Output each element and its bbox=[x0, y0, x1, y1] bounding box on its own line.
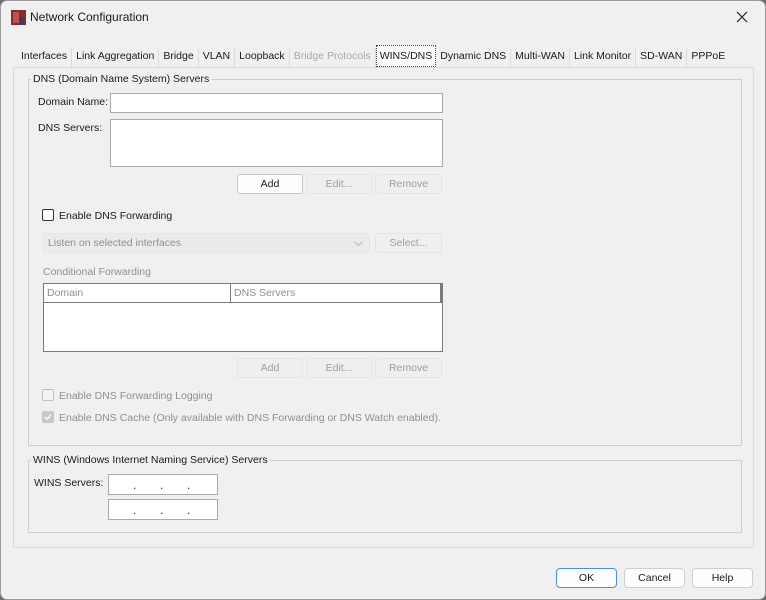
tab-pppoe[interactable]: PPPoE bbox=[687, 47, 729, 67]
ip-separator: . bbox=[187, 503, 191, 517]
tab-interfaces[interactable]: Interfaces bbox=[17, 47, 73, 67]
cf-remove-button[interactable]: Remove bbox=[375, 358, 442, 378]
title-bar: Network Configuration bbox=[1, 1, 765, 33]
listen-interfaces-value: Listen on selected interfaces bbox=[48, 237, 182, 249]
ip-separator: . bbox=[160, 503, 164, 517]
tab-wins-dns[interactable]: WINS/DNS bbox=[375, 45, 437, 67]
ip-separator: . bbox=[187, 478, 191, 492]
ip-separator: . bbox=[133, 503, 137, 517]
ok-button[interactable]: OK bbox=[556, 568, 617, 588]
dns-servers-label: DNS Servers: bbox=[38, 122, 103, 134]
conditional-forwarding-table[interactable]: Domain DNS Servers bbox=[43, 283, 443, 352]
window-title: Network Configuration bbox=[30, 10, 149, 24]
ip-separator: . bbox=[160, 478, 164, 492]
dns-edit-button[interactable]: Edit... bbox=[306, 174, 372, 194]
dns-cache-label: Enable DNS Cache (Only available with DN… bbox=[59, 412, 441, 424]
help-button[interactable]: Help bbox=[692, 568, 753, 588]
enable-dns-forwarding-checkbox[interactable] bbox=[42, 209, 54, 221]
cf-add-button[interactable]: Add bbox=[237, 358, 303, 378]
domain-name-label: Domain Name: bbox=[38, 96, 109, 108]
dns-servers-list[interactable] bbox=[110, 119, 443, 167]
close-icon bbox=[736, 11, 748, 23]
dns-group-title: DNS (Domain Name System) Servers bbox=[33, 73, 210, 85]
cancel-button[interactable]: Cancel bbox=[624, 568, 685, 588]
dns-add-button[interactable]: Add bbox=[237, 174, 303, 194]
enable-dns-forwarding-label: Enable DNS Forwarding bbox=[59, 210, 173, 222]
tab-vlan[interactable]: VLAN bbox=[199, 47, 236, 67]
tab-multi-wan[interactable]: Multi-WAN bbox=[511, 47, 570, 67]
tab-sd-wan[interactable]: SD-WAN bbox=[636, 47, 688, 67]
dns-cache-checkbox[interactable] bbox=[42, 411, 54, 423]
listen-interfaces-dropdown[interactable]: Listen on selected interfaces bbox=[43, 233, 370, 253]
tab-dynamic-dns[interactable]: Dynamic DNS bbox=[436, 47, 512, 67]
app-logo-icon bbox=[11, 10, 26, 25]
close-button[interactable] bbox=[719, 1, 765, 33]
select-interfaces-button[interactable]: Select... bbox=[375, 233, 442, 253]
tab-bar: Interfaces Link Aggregation Bridge VLAN … bbox=[17, 45, 729, 67]
column-header-dns-servers[interactable]: DNS Servers bbox=[231, 284, 442, 303]
ip-separator: . bbox=[133, 478, 137, 492]
wins-server-2-input[interactable]: . . . bbox=[108, 499, 218, 520]
network-configuration-dialog: Network Configuration Interfaces Link Ag… bbox=[0, 0, 766, 600]
checkmark-icon bbox=[44, 414, 52, 421]
tab-bridge[interactable]: Bridge bbox=[159, 47, 199, 67]
wins-dns-panel: DNS (Domain Name System) Servers Domain … bbox=[13, 67, 754, 548]
column-header-domain[interactable]: Domain bbox=[44, 284, 231, 303]
tab-link-monitor[interactable]: Link Monitor bbox=[570, 47, 637, 67]
domain-name-input[interactable] bbox=[110, 93, 443, 113]
dns-forwarding-logging-checkbox[interactable] bbox=[42, 389, 54, 401]
cf-edit-button[interactable]: Edit... bbox=[306, 358, 372, 378]
wins-group-title: WINS (Windows Internet Naming Service) S… bbox=[33, 454, 268, 466]
chevron-down-icon bbox=[354, 241, 363, 246]
conditional-forwarding-label: Conditional Forwarding bbox=[43, 266, 151, 278]
wins-servers-label: WINS Servers: bbox=[34, 477, 104, 489]
tab-bridge-protocols[interactable]: Bridge Protocols bbox=[290, 47, 376, 67]
tab-link-aggregation[interactable]: Link Aggregation bbox=[72, 47, 160, 67]
dns-remove-button[interactable]: Remove bbox=[375, 174, 442, 194]
wins-server-1-input[interactable]: . . . bbox=[108, 474, 218, 495]
tab-loopback[interactable]: Loopback bbox=[235, 47, 290, 67]
dns-forwarding-logging-label: Enable DNS Forwarding Logging bbox=[59, 390, 213, 402]
